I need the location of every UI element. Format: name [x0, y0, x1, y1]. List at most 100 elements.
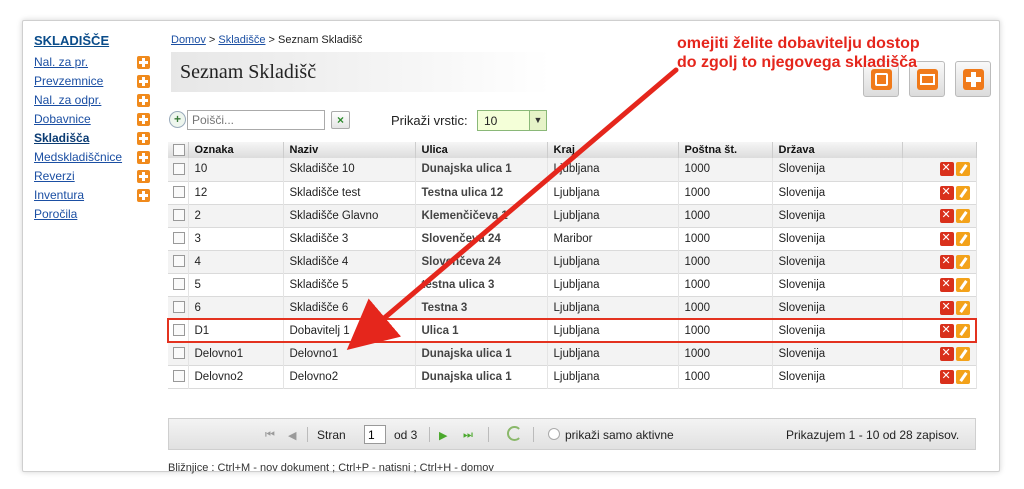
row-checkbox[interactable] — [173, 278, 185, 291]
select-all-checkbox[interactable] — [173, 144, 185, 157]
delete-icon[interactable] — [939, 185, 954, 200]
row-checkbox[interactable] — [173, 163, 185, 176]
column-header[interactable]: Kraj — [547, 142, 679, 158]
sidebar-item[interactable]: Inventura — [34, 187, 154, 206]
sidebar-item[interactable]: Poročila — [34, 206, 154, 225]
sidebar-item[interactable]: Dobavnice — [34, 111, 154, 130]
row-checkbox[interactable] — [173, 347, 185, 360]
plus-icon[interactable] — [137, 75, 150, 88]
table-cell: Ljubljana — [547, 250, 679, 273]
plus-icon[interactable] — [137, 113, 150, 126]
sidebar-item-label[interactable]: Prevzemnice — [34, 74, 103, 88]
edit-icon[interactable] — [955, 369, 970, 384]
table-row[interactable]: 4 Skladišče 4 Slovenčeva 24 Ljubljana 1000 Sl… — [168, 250, 977, 273]
plus-icon[interactable] — [137, 151, 150, 164]
edit-icon[interactable] — [955, 346, 970, 361]
column-header[interactable]: Naziv — [283, 142, 416, 158]
table-row[interactable]: 2 Skladišče Glavno Klemenčičeva 1 Ljubljana… — [168, 204, 977, 227]
chevron-down-icon[interactable]: ▼ — [529, 111, 546, 130]
edit-icon[interactable] — [955, 300, 970, 315]
sidebar-item-label[interactable]: Nal. za odpr. — [34, 93, 101, 107]
sidebar-item-label[interactable]: Nal. za pr. — [34, 55, 88, 69]
delete-icon[interactable] — [939, 369, 954, 384]
table-row[interactable]: 6 Skladišče 6 Testna 3 Ljubljana 1000 Sloveni… — [168, 296, 977, 319]
row-checkbox[interactable] — [173, 324, 185, 337]
delete-icon[interactable] — [939, 323, 954, 338]
row-checkbox[interactable] — [173, 370, 185, 383]
table-row[interactable]: Delovno1 Delovno1 Dunajska ulica 1 Ljubljan… — [168, 342, 977, 365]
first-page-icon[interactable]: ⏮ — [265, 429, 275, 442]
table-row[interactable]: 5 Skladišče 5 testna ulica 3 Ljubljana 1000 S… — [168, 273, 977, 296]
pager-divider — [533, 427, 534, 442]
row-checkbox[interactable] — [173, 186, 185, 199]
sidebar-item[interactable]: Reverzi — [34, 168, 154, 187]
search-input[interactable] — [187, 110, 325, 130]
sidebar-item-label[interactable]: Inventura — [34, 188, 84, 202]
edit-icon[interactable] — [955, 323, 970, 338]
magnifier-plus-icon[interactable]: + — [169, 111, 186, 128]
column-header[interactable]: Oznaka — [188, 142, 284, 158]
column-header[interactable]: Ulica — [415, 142, 548, 158]
table-row[interactable]: D1 Dobavitelj 1 Ulica 1 Ljubljana 1000 Sloven… — [167, 318, 977, 343]
annotation-callout: omejiti želite dobavitelju dostop do zgo… — [677, 34, 977, 72]
edit-icon[interactable] — [955, 208, 970, 223]
row-checkbox[interactable] — [173, 232, 185, 245]
pager-divider — [429, 427, 430, 442]
table-cell: Slovenija — [772, 181, 903, 204]
edit-icon[interactable] — [955, 254, 970, 269]
delete-icon[interactable] — [939, 208, 954, 223]
delete-icon[interactable] — [939, 277, 954, 292]
breadcrumb-home[interactable]: Domov — [171, 34, 206, 46]
row-checkbox[interactable] — [173, 209, 185, 222]
sidebar-item[interactable]: Medskladiščnice — [34, 149, 154, 168]
delete-icon[interactable] — [939, 300, 954, 315]
delete-icon[interactable] — [939, 346, 954, 361]
breadcrumb-section[interactable]: Skladišče — [218, 34, 265, 46]
sidebar-item[interactable]: Nal. za odpr. — [34, 92, 154, 111]
edit-icon[interactable] — [955, 162, 970, 177]
edit-icon[interactable] — [955, 185, 970, 200]
column-header[interactable]: Poštna št. — [678, 142, 773, 158]
delete-icon[interactable] — [939, 161, 954, 177]
active-only-checkbox[interactable] — [548, 428, 560, 440]
table-row[interactable]: Delovno2 Delovno2 Dunajska ulica 1 Ljubljan… — [168, 365, 977, 388]
row-checkbox[interactable] — [173, 255, 185, 268]
row-checkbox[interactable] — [173, 301, 185, 314]
sidebar-item[interactable]: Prevzemnice — [34, 73, 154, 92]
next-page-icon[interactable]: ▶ — [439, 429, 447, 442]
clear-search-button[interactable]: × — [331, 111, 350, 129]
sidebar-item-label[interactable]: Reverzi — [34, 169, 75, 183]
edit-icon[interactable] — [955, 231, 970, 246]
last-page-icon[interactable]: ⏭ — [463, 429, 473, 442]
table-cell: 12 — [188, 181, 284, 204]
sidebar-item[interactable]: Nal. za pr. — [34, 54, 154, 73]
sidebar-item-label[interactable]: Dobavnice — [34, 112, 91, 126]
sidebar-item[interactable]: Skladišča — [34, 130, 154, 149]
page-number-input[interactable] — [364, 425, 386, 444]
sidebar-title[interactable]: SKLADIŠČE — [34, 33, 154, 48]
sidebar-item-label[interactable]: Poročila — [34, 207, 77, 221]
sidebar-item-label[interactable]: Medskladiščnice — [34, 150, 122, 164]
column-header[interactable]: Država — [772, 142, 903, 158]
edit-icon[interactable] — [955, 277, 970, 292]
select-all-column[interactable] — [168, 142, 189, 158]
plus-icon[interactable] — [137, 132, 150, 145]
table-row[interactable]: 3 Skladišče 3 Slovenčeva 24 Maribor 1000 Slov… — [168, 227, 977, 250]
row-select-cell — [168, 181, 189, 204]
table-cell: Delovno2 — [188, 365, 284, 388]
table-cell: Slovenija — [772, 158, 903, 181]
table-cell: Slovenčeva 24 — [415, 227, 548, 250]
plus-icon[interactable] — [137, 94, 150, 107]
refresh-icon[interactable] — [507, 426, 522, 441]
previous-page-icon[interactable]: ◀ — [288, 429, 296, 442]
plus-icon[interactable] — [137, 189, 150, 202]
plus-icon[interactable] — [137, 56, 150, 69]
table-cell: Skladišče test — [283, 181, 416, 204]
sidebar-item-label[interactable]: Skladišča — [34, 131, 89, 145]
table-row[interactable]: 10 Skladišče 10 Dunajska ulica 1 Ljubljana 1… — [168, 158, 977, 181]
delete-icon[interactable] — [939, 231, 954, 246]
table-row[interactable]: 12 Skladišče test Testna ulica 12 Ljubljana… — [168, 181, 977, 204]
delete-icon[interactable] — [939, 254, 954, 269]
plus-icon[interactable] — [137, 170, 150, 183]
rows-per-page-select[interactable]: 10 ▼ — [477, 110, 547, 131]
